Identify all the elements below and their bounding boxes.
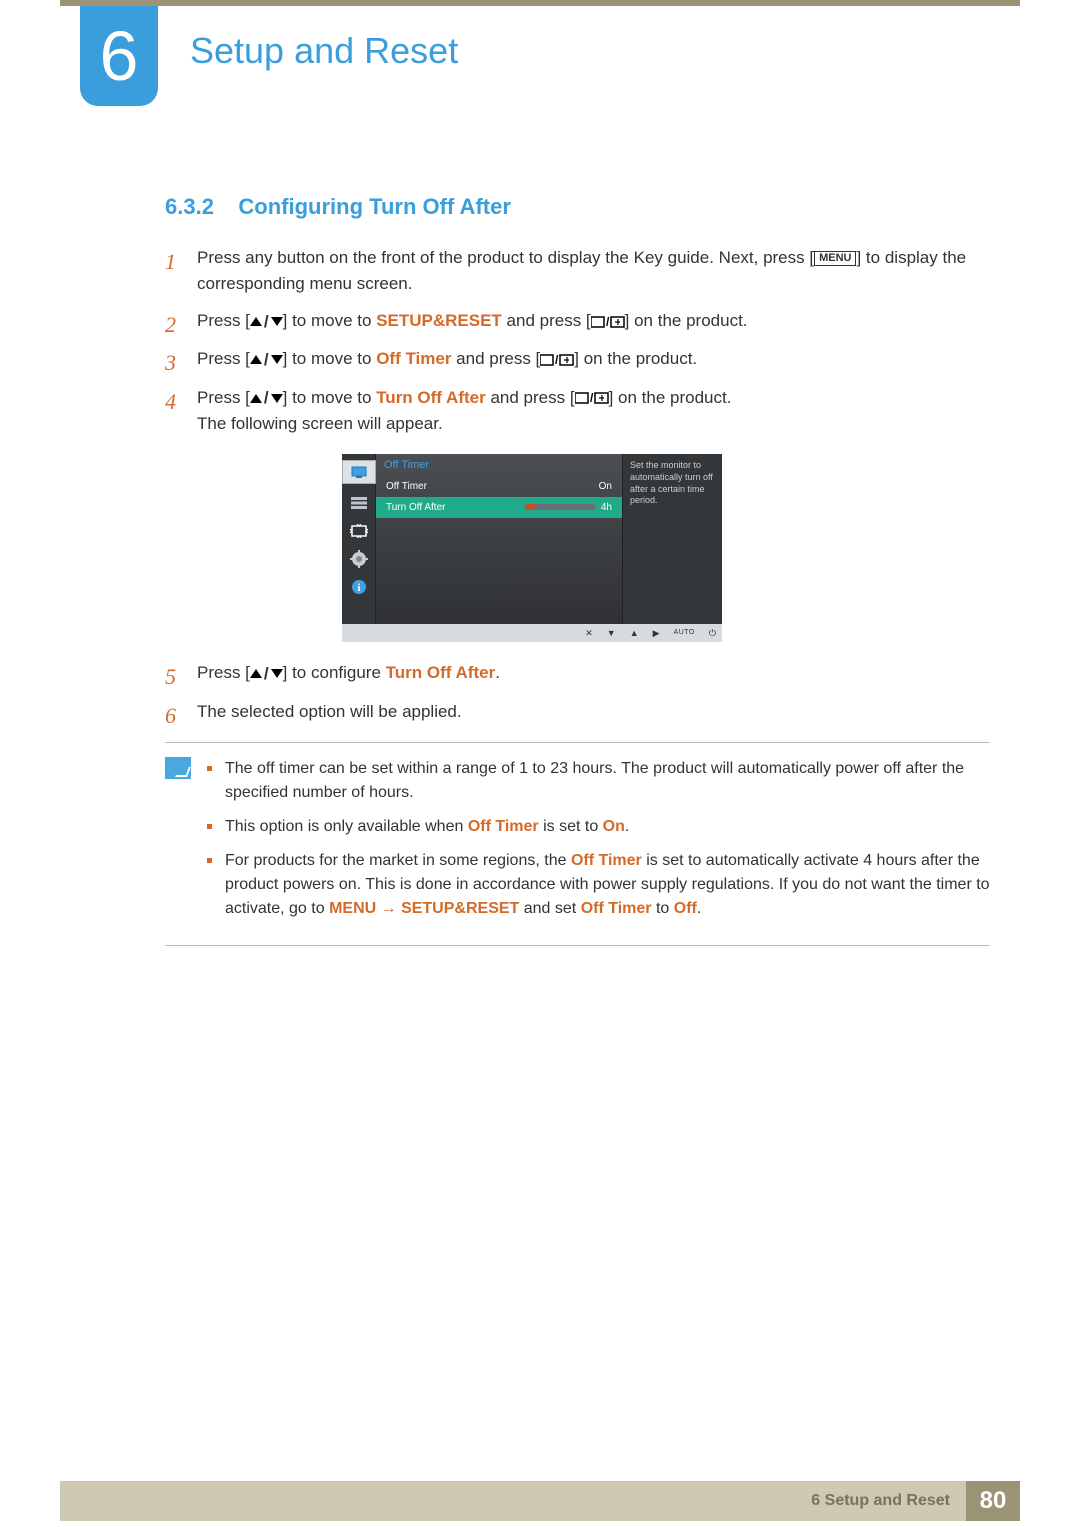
osd-right-icon: ▶ <box>653 627 660 641</box>
section-number: 6.3.2 <box>165 194 214 219</box>
notes-box: The off timer can be set within a range … <box>165 742 990 946</box>
osd-auto-label: AUTO <box>674 628 695 639</box>
sidebar-icon-list <box>350 494 368 512</box>
osd-body: i Off Timer Off Timer On Turn Off After … <box>342 454 722 624</box>
content: 6.3.2 Configuring Turn Off After Press a… <box>165 190 990 946</box>
up-down-icon: / <box>250 309 283 335</box>
osd-up-icon: ▲ <box>630 627 639 641</box>
osd-slider <box>525 504 595 510</box>
osd-main: Off Timer Off Timer On Turn Off After 4h <box>376 454 622 624</box>
sidebar-icon-display <box>342 460 376 484</box>
svg-text:i: i <box>357 582 360 594</box>
footer-text: Setup and Reset <box>825 1492 950 1509</box>
chapter-badge: 6 <box>80 6 158 106</box>
step-6: The selected option will be applied. <box>165 699 990 725</box>
notes-list: The off timer can be set within a range … <box>207 757 990 931</box>
osd-bottom-bar: ✕ ▼ ▲ ▶ AUTO ⏻ <box>342 624 722 642</box>
note-icon <box>165 757 191 779</box>
osd-down-icon: ▼ <box>607 627 616 641</box>
up-down-icon: / <box>250 661 283 687</box>
sidebar-icon-size <box>350 522 368 540</box>
step-1: Press any button on the front of the pro… <box>165 245 990 296</box>
osd-power-icon: ⏻ <box>709 627 716 641</box>
chapter-title: Setup and Reset <box>190 30 458 72</box>
osd-header: Off Timer <box>376 454 622 476</box>
up-down-icon: / <box>250 385 283 411</box>
top-stripe <box>60 0 1020 6</box>
sidebar-icon-info: i <box>350 578 368 596</box>
footer-bar: 6 Setup and Reset 80 <box>60 1481 1020 1521</box>
steps-list: Press any button on the front of the pro… <box>165 245 990 724</box>
note-3: For products for the market in some regi… <box>207 849 990 921</box>
osd-description: Set the monitor to automatically turn of… <box>622 454 722 624</box>
note-1: The off timer can be set within a range … <box>207 757 990 805</box>
osd-close-icon: ✕ <box>585 627 593 641</box>
footer-chapter: 6 <box>811 1492 820 1509</box>
footer-page-number: 80 <box>966 1481 1020 1521</box>
step-2: Press [/] to move to SETUP&RESET and pre… <box>165 308 990 334</box>
step-5: Press [/] to configure Turn Off After. <box>165 660 990 686</box>
enter-icon: / <box>591 311 625 330</box>
note-2: This option is only available when Off T… <box>207 815 990 839</box>
osd-sidebar: i <box>342 454 376 624</box>
osd-screenshot: i Off Timer Off Timer On Turn Off After … <box>342 454 722 642</box>
step-3: Press [/] to move to Off Timer and press… <box>165 346 990 372</box>
sidebar-icon-settings <box>350 550 368 568</box>
step-4: Press [/] to move to Turn Off After and … <box>165 385 990 643</box>
svg-text:/: / <box>555 353 559 367</box>
enter-icon: / <box>540 349 574 368</box>
osd-row-offtimer: Off Timer On <box>376 476 622 497</box>
svg-text:/: / <box>606 315 610 329</box>
enter-icon: / <box>575 388 609 407</box>
svg-text:/: / <box>590 391 594 405</box>
section-heading: Configuring Turn Off After <box>238 194 511 219</box>
section-title: 6.3.2 Configuring Turn Off After <box>165 190 990 223</box>
chapter-number: 6 <box>100 16 139 96</box>
up-down-icon: / <box>250 347 283 373</box>
osd-row-turnoffafter: Turn Off After 4h <box>376 497 622 518</box>
menu-button-glyph: MENU <box>814 251 856 266</box>
